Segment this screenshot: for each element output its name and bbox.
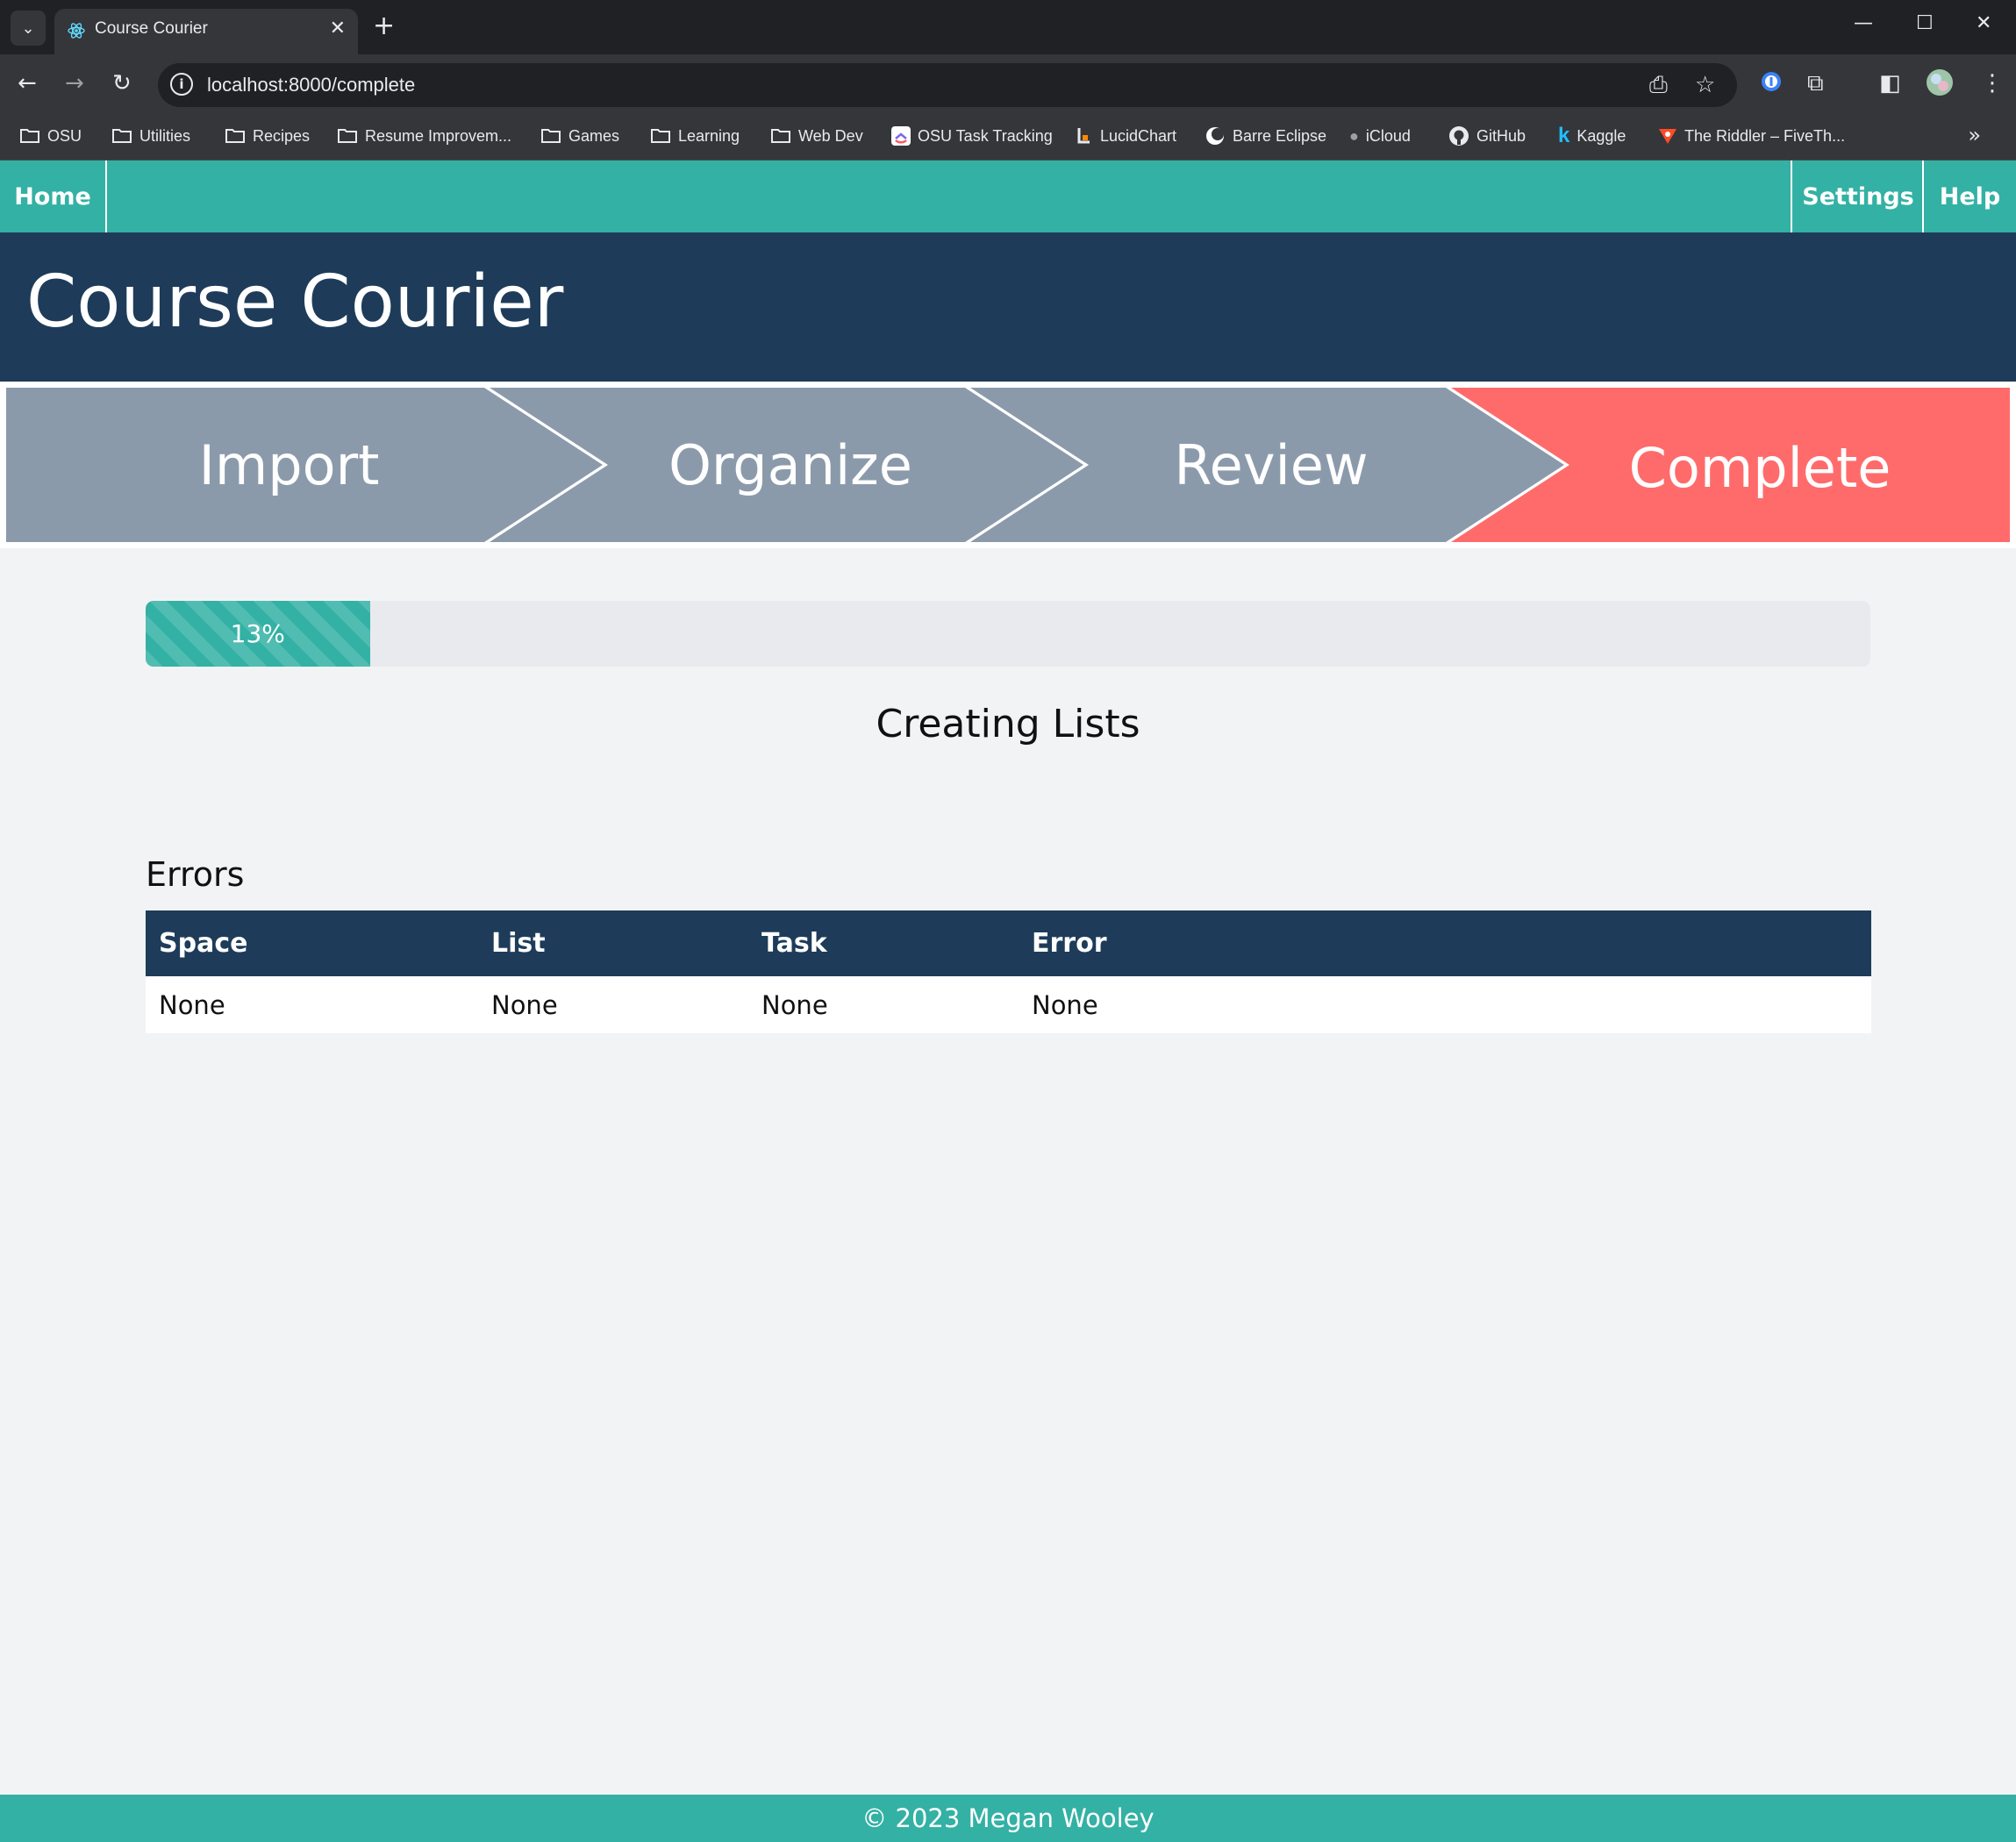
bookmark-games[interactable]: Games xyxy=(540,123,619,149)
bookmark-resume[interactable]: Resume Improvem... xyxy=(337,123,511,149)
menu-icon[interactable]: ⋮ xyxy=(1981,70,2004,96)
app-banner: Course Courier xyxy=(0,232,2016,382)
bookmark-label: Web Dev xyxy=(798,126,863,145)
column-header-task: Task xyxy=(748,910,1019,976)
bookmarks-bar: OSU Utilities Recipes Resume Improvem...… xyxy=(0,114,2016,161)
table-header-row: Space List Task Error xyxy=(146,910,1871,976)
folder-icon xyxy=(771,129,790,143)
bookmark-label: Utilities xyxy=(139,126,191,145)
bookmark-label: iCloud xyxy=(1365,126,1411,145)
errors-table: Space List Task Error None None None Non… xyxy=(146,910,1871,1033)
extensions-icon[interactable]: ⧉ xyxy=(1807,70,1824,96)
progress-bar: 13% xyxy=(146,601,1870,667)
clickup-icon xyxy=(891,126,911,146)
tab-title: Course Courier xyxy=(95,19,208,38)
browser-tab-strip: ⌄ Course Courier ✕ + — ☐ ✕ xyxy=(0,0,2016,54)
progress-fill: 13% xyxy=(146,601,370,667)
close-tab-icon[interactable]: ✕ xyxy=(330,18,346,39)
profile-avatar[interactable] xyxy=(1926,68,1954,103)
app-navbar: Home Settings Help xyxy=(0,161,2016,232)
column-header-error: Error xyxy=(1019,910,1871,976)
footer: © 2023 Megan Wooley xyxy=(0,1795,2016,1842)
new-tab-icon[interactable]: + xyxy=(373,11,395,42)
browser-toolbar: ← → ↻ i localhost:8000/complete ⎙ ☆ ⧉ ◧ … xyxy=(0,54,2016,114)
bookmark-label: Kaggle xyxy=(1576,126,1626,145)
barre-eclipse-icon xyxy=(1206,127,1224,145)
bookmark-star-icon[interactable]: ☆ xyxy=(1695,72,1715,98)
errors-heading: Errors xyxy=(146,855,245,894)
bookmark-label: OSU Task Tracking xyxy=(918,126,1053,145)
folder-icon xyxy=(541,129,561,143)
reload-icon[interactable]: ↻ xyxy=(112,70,132,96)
bookmark-kaggle[interactable]: k Kaggle xyxy=(1558,123,1626,149)
bookmark-lucidchart[interactable]: LucidChart xyxy=(1076,123,1176,149)
bookmark-label: Recipes xyxy=(253,126,311,145)
bookmark-label: Games xyxy=(568,126,620,145)
more-bookmarks-icon[interactable]: » xyxy=(1968,123,1981,147)
bookmark-github[interactable]: GitHub xyxy=(1448,123,1526,149)
github-icon xyxy=(1449,126,1469,146)
bookmark-label: Resume Improvem... xyxy=(365,126,512,145)
side-panel-icon[interactable]: ◧ xyxy=(1879,70,1901,96)
bookmark-osu[interactable]: OSU xyxy=(19,123,82,149)
bookmark-label: LucidChart xyxy=(1100,126,1177,145)
folder-icon xyxy=(651,129,670,143)
folder-icon xyxy=(225,129,245,143)
column-header-list: List xyxy=(478,910,748,976)
forward-icon[interactable]: → xyxy=(65,70,84,96)
bookmark-label: The Riddler – FiveTh... xyxy=(1684,126,1846,145)
bookmark-barre-eclipse[interactable]: Barre Eclipse xyxy=(1205,123,1326,149)
nav-home-link[interactable]: Home xyxy=(0,161,107,232)
folder-icon xyxy=(338,129,357,143)
bookmark-label: Learning xyxy=(678,126,740,145)
browser-tab[interactable]: Course Courier ✕ xyxy=(54,9,358,54)
site-info-icon[interactable]: i xyxy=(170,73,193,96)
nav-help-link[interactable]: Help xyxy=(1922,161,2016,232)
address-url: localhost:8000/complete xyxy=(207,74,416,96)
cell-space: None xyxy=(146,976,478,1033)
kaggle-icon: k xyxy=(1558,124,1570,147)
maximize-icon[interactable]: ☐ xyxy=(1916,12,1934,34)
step-import-label: Import xyxy=(198,432,380,497)
table-row: None None None None xyxy=(146,976,1871,1033)
minimize-icon[interactable]: — xyxy=(1854,12,1873,34)
lucidchart-icon xyxy=(1077,128,1090,144)
password-manager-icon[interactable] xyxy=(1760,70,1783,99)
bookmark-label: Barre Eclipse xyxy=(1233,126,1327,145)
apple-icon: ● xyxy=(1349,126,1359,145)
tab-search-button[interactable]: ⌄ xyxy=(11,11,46,46)
column-header-space: Space xyxy=(146,910,478,976)
step-progress: Import Organize Review Complete xyxy=(0,382,2016,548)
cell-error: None xyxy=(1019,976,1871,1033)
cell-list: None xyxy=(478,976,748,1033)
install-app-icon[interactable]: ⎙ xyxy=(1649,72,1668,99)
bookmark-label: GitHub xyxy=(1476,126,1526,145)
cell-task: None xyxy=(748,976,1019,1033)
folder-icon xyxy=(112,129,132,143)
back-icon[interactable]: ← xyxy=(18,70,37,96)
bookmark-label: OSU xyxy=(47,126,82,145)
chevron-down-icon: ⌄ xyxy=(21,18,35,38)
bookmark-icloud[interactable]: ● iCloud xyxy=(1349,123,1411,149)
bookmark-web-dev[interactable]: Web Dev xyxy=(770,123,863,149)
folder-icon xyxy=(20,129,39,143)
step-organize-label: Organize xyxy=(668,432,912,497)
react-icon xyxy=(67,21,86,44)
bookmark-recipes[interactable]: Recipes xyxy=(225,123,310,149)
bookmark-osu-task-tracking[interactable]: OSU Task Tracking xyxy=(891,123,1053,149)
bookmark-riddler[interactable]: The Riddler – FiveTh... xyxy=(1658,123,1845,149)
close-window-icon[interactable]: ✕ xyxy=(1976,12,1991,34)
app-title: Course Courier xyxy=(26,261,564,344)
step-complete-label: Complete xyxy=(1628,435,1891,500)
step-review-label: Review xyxy=(1174,432,1369,497)
address-bar[interactable]: i localhost:8000/complete ⎙ ☆ xyxy=(158,63,1737,107)
bookmark-utilities[interactable]: Utilities xyxy=(111,123,190,149)
nav-settings-link[interactable]: Settings xyxy=(1791,161,1924,232)
bookmark-learning[interactable]: Learning xyxy=(650,123,740,149)
fivethirtyeight-icon xyxy=(1659,129,1676,144)
status-message: Creating Lists xyxy=(876,702,1140,746)
